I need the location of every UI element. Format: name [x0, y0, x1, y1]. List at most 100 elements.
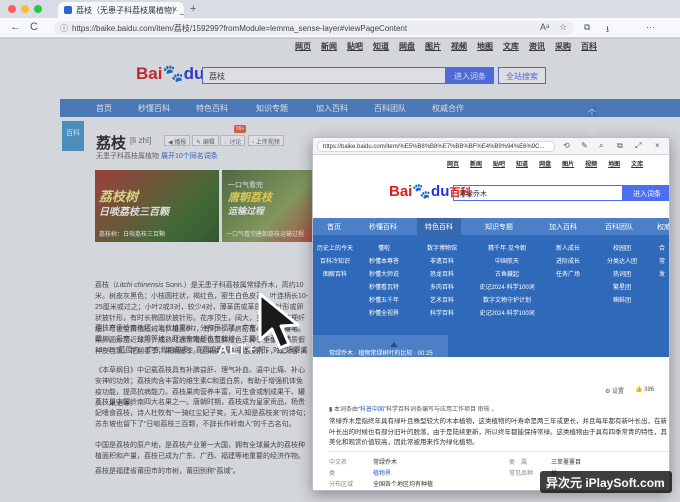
table-row: 中文名 常绿乔木 类 属 三萃薹薹目: [329, 457, 669, 468]
dropdown-column: 校园团 分类达人团 热词团 繁星团 蝌蚪团: [599, 243, 645, 308]
dropdown-item[interactable]: 图解百科: [313, 269, 357, 282]
title-bar: 荔枝（无患子科荔枝属植物）_百... × +: [0, 0, 680, 18]
dropdown-item[interactable]: 秒懂五千年: [363, 295, 405, 308]
dropdown-item[interactable]: 任务广场: [545, 269, 591, 282]
table-key: 类: [329, 471, 348, 477]
dropdown-item[interactable]: 非遗百科: [419, 256, 465, 269]
dropdown-item[interactable]: 秒懂本尊答: [363, 256, 405, 269]
text: ▮ 本词条由“: [329, 407, 360, 413]
top-link[interactable]: 网页: [447, 159, 459, 168]
table-value: 常绿乔木: [373, 460, 398, 466]
top-link[interactable]: 图片: [562, 159, 574, 168]
favorite-star-icon[interactable]: ☆: [559, 22, 567, 33]
preview-popup-window[interactable]: https://baike.baidu.com/item/%E5%B8%B8%E…: [312, 137, 670, 491]
nav-item[interactable]: 知识专题: [485, 222, 513, 232]
read-aloud-icon[interactable]: Aᵃ: [540, 22, 549, 32]
popup-close-icon[interactable]: ×: [655, 141, 660, 150]
top-link[interactable]: 视频: [585, 159, 597, 168]
dropdown-item[interactable]: 分类达人团: [599, 256, 645, 269]
baidu-favicon-icon: [64, 6, 72, 14]
nav-item[interactable]: 百科团队: [605, 222, 633, 232]
site-info-icon[interactable]: ⓘ: [60, 23, 68, 34]
dropdown-item[interactable]: 艺术百科: [419, 295, 465, 308]
dropdown-item[interactable]: 繁星团: [599, 282, 645, 295]
dropdown-item[interactable]: 秒懂看瓦特: [363, 282, 405, 295]
popup-open-external-icon[interactable]: ⤢: [635, 141, 641, 151]
popup-edit-icon[interactable]: ✎: [581, 141, 588, 150]
dropdown-item[interactable]: 蝌蚪团: [599, 295, 645, 308]
browser-tab[interactable]: 荔枝（无患子科荔枝属植物）_百...: [58, 2, 184, 18]
nav-item[interactable]: 秒懂百科: [369, 222, 397, 232]
top-link[interactable]: 地图: [608, 159, 620, 168]
source-note: ▮ 本词条由“科普中国”科学百科词条编写与应用工作项目 审核 。: [329, 404, 497, 413]
popup-url[interactable]: https://baike.baidu.com/item/%E5%B8%B8%E…: [317, 141, 555, 152]
nav-item[interactable]: 权威: [657, 222, 669, 232]
dropdown-item[interactable]: 古鱼藏起: [469, 269, 545, 282]
logo-bai: Bai: [389, 183, 413, 200]
dropdown-item[interactable]: 发: [653, 269, 669, 282]
maximize-window-button[interactable]: [34, 5, 42, 13]
nav-item[interactable]: 加入百科: [549, 222, 577, 232]
paw-icon: 🐾: [412, 183, 432, 200]
popup-copy-icon[interactable]: ⧉: [617, 141, 623, 151]
dropdown-item[interactable]: 秒懂大师说: [363, 269, 405, 282]
entry-summary: 常绿乔木是指终年具有绿叶且株型较大的木本植物，这类植物的叶寿命是两三年或更长，并…: [329, 417, 669, 449]
nav-item[interactable]: 首页: [327, 222, 341, 232]
dropdown-item[interactable]: 史记2024·科学100词: [469, 282, 545, 295]
dropdown-item[interactable]: 百科冷知识: [313, 256, 357, 269]
popup-nav: 首页 秒懂百科 特色百科 知识专题 加入百科 百科团队 权威: [313, 218, 669, 235]
top-link[interactable]: 新闻: [470, 159, 482, 168]
settings-link[interactable]: ⚙ 设置: [605, 386, 624, 395]
dropdown-item[interactable]: 秒懂全视界: [363, 308, 405, 321]
dropdown-item[interactable]: 数字文物守护计划: [469, 295, 545, 308]
popup-search-icon[interactable]: ⌕: [599, 141, 603, 151]
refresh-icon[interactable]: C: [30, 21, 38, 33]
dropdown-item[interactable]: 校园团: [599, 243, 645, 256]
dropdown-item[interactable]: 懂啦: [363, 243, 405, 256]
top-link[interactable]: 文库: [631, 159, 643, 168]
top-link[interactable]: 网盘: [539, 159, 551, 168]
dropdown-item[interactable]: 历史上的今天: [313, 243, 357, 256]
more-menu-icon[interactable]: ···: [646, 22, 655, 32]
dropdown-column: 懂啦 秒懂本尊答 秒懂大师说 秒懂看瓦特 秒懂五千年 秒懂全视界: [363, 243, 405, 321]
table-value-link[interactable]: 植物界: [373, 468, 391, 477]
dropdown-pointer-icon: [390, 342, 398, 347]
popup-search-input[interactable]: 常绿乔木: [453, 185, 623, 201]
dropdown-item[interactable]: 常: [653, 256, 669, 269]
tab-close-icon[interactable]: ×: [172, 4, 177, 14]
download-icon[interactable]: ⭳: [606, 22, 609, 38]
dropdown-column: 数字博物馆 非遗百科 恐龙百科 多肉百科 艺术百科 科学百科: [419, 243, 465, 321]
back-icon[interactable]: ←: [10, 21, 21, 33]
new-tab-icon[interactable]: +: [190, 3, 196, 15]
minimize-window-button[interactable]: [21, 5, 29, 13]
collections-icon[interactable]: ⧉: [584, 22, 590, 33]
address-bar: ← C ⓘ https://baike.baidu.com/item/荔枝/15…: [0, 18, 680, 38]
close-window-button[interactable]: [8, 5, 16, 13]
divider: [329, 451, 669, 452]
dropdown-item[interactable]: 多肉百科: [419, 282, 465, 295]
popup-toolbar: https://baike.baidu.com/item/%E5%B8%B8%E…: [313, 138, 669, 155]
like-count[interactable]: 👍 396: [635, 386, 654, 393]
url-text: https://baike.baidu.com/item/荔枝/159299?f…: [72, 24, 408, 33]
dropdown-item[interactable]: 热词团: [599, 269, 645, 282]
nav-item-active[interactable]: 特色百科: [417, 218, 461, 235]
dropdown-item[interactable]: 科学百科: [419, 308, 465, 321]
dropdown-item[interactable]: 猜千年·见今朝: [469, 243, 545, 256]
popup-enter-entry-button[interactable]: 进入词条: [623, 185, 669, 201]
url-input[interactable]: ⓘ https://baike.baidu.com/item/荔枝/159299…: [54, 21, 574, 35]
table-key: 常见品种: [509, 471, 534, 477]
dropdown-item[interactable]: 新人成长: [545, 243, 591, 256]
dropdown-item[interactable]: 恐龙百科: [419, 269, 465, 282]
text: ”科学百科词条编写与应用工作项目 审核 。: [383, 407, 498, 413]
top-link[interactable]: 贴吧: [493, 159, 505, 168]
table-key: 中文名: [329, 460, 348, 466]
dropdown-item[interactable]: 史记2024·科学100词: [469, 308, 545, 321]
popup-refresh-icon[interactable]: ⟲: [563, 141, 570, 150]
dropdown-item[interactable]: 合: [653, 243, 669, 256]
dropdown-item[interactable]: 中国航天: [469, 256, 545, 269]
top-link[interactable]: 知道: [516, 159, 528, 168]
science-china-link[interactable]: 科普中国: [360, 407, 384, 413]
dropdown-item[interactable]: 数字博物馆: [419, 243, 465, 256]
dropdown-item[interactable]: 进阶成长: [545, 256, 591, 269]
video-caption: 常绿乔木 · 植物常绿树叶的比较 · 00:25: [329, 351, 433, 357]
